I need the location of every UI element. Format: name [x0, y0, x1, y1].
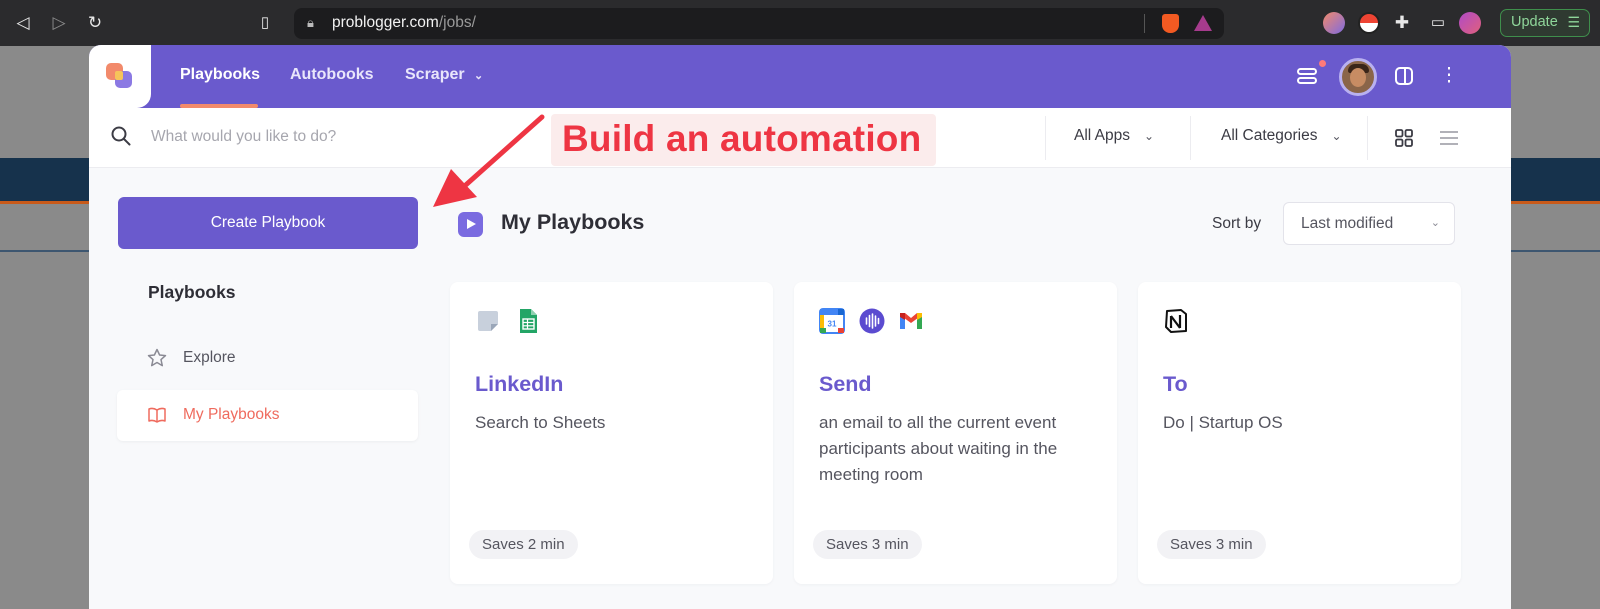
- address-bar[interactable]: 🔒︎ problogger.com/jobs/: [294, 8, 1224, 39]
- card-title: To: [1163, 372, 1188, 396]
- gmail-icon: [900, 313, 922, 329]
- sidebar-item-my-playbooks[interactable]: My Playbooks: [117, 390, 418, 441]
- card-description: an email to all the current event partic…: [819, 413, 1058, 484]
- sidebar-item-explore[interactable]: Explore: [117, 333, 418, 384]
- notion-icon: [1165, 309, 1187, 333]
- pokeball-extension-icon[interactable]: [1358, 12, 1380, 34]
- tasks-icon[interactable]: [1294, 63, 1320, 89]
- time-saved-badge: Saves 3 min: [813, 530, 922, 559]
- list-view-icon[interactable]: [1439, 128, 1459, 148]
- tab-autobooks[interactable]: Autobooks: [290, 66, 374, 84]
- brave-rewards-icon[interactable]: [1194, 15, 1212, 31]
- more-menu-icon[interactable]: ⋮: [1436, 63, 1462, 89]
- callout-arrow-icon: [433, 114, 545, 207]
- browser-toolbar: ◁ ▷ ↻ ▯ 🔒︎ problogger.com/jobs/ ✚ ▭ Upda…: [0, 0, 1600, 46]
- playbook-card[interactable]: To Do | Startup OS Saves 3 min: [1138, 282, 1461, 584]
- update-button[interactable]: Update ☰: [1500, 9, 1590, 37]
- sidebar-toggle-icon[interactable]: [1391, 63, 1417, 89]
- forward-icon[interactable]: ▷: [48, 12, 70, 34]
- bookmark-icon[interactable]: ▯: [254, 12, 276, 34]
- audio-wave-icon: [859, 308, 885, 334]
- chevron-down-icon: ⌄: [1430, 217, 1440, 229]
- sort-dropdown[interactable]: Last modified ⌄: [1283, 202, 1455, 245]
- extension-app-icon[interactable]: [1323, 12, 1345, 34]
- card-title: Send: [819, 372, 872, 396]
- top-navigation: Playbooks Autobooks Scraper ⌄ ⋮: [89, 45, 1511, 108]
- time-saved-badge: Saves 3 min: [1157, 530, 1266, 559]
- google-sheets-icon: [520, 309, 537, 333]
- card-title: LinkedIn: [475, 372, 564, 396]
- categories-filter-dropdown[interactable]: All Categories ⌄: [1221, 127, 1342, 145]
- reload-icon[interactable]: ↻: [84, 12, 106, 34]
- star-icon: [147, 348, 167, 367]
- address-text: problogger.com/jobs/: [332, 14, 476, 31]
- tab-scraper[interactable]: Scraper ⌄: [405, 66, 483, 84]
- playbook-card[interactable]: 31 Send an email to all the current even…: [794, 282, 1117, 584]
- menu-icon: ☰: [1567, 14, 1580, 30]
- annotation-callout: Build an automation: [551, 114, 936, 166]
- chevron-down-icon: ⌄: [1144, 129, 1155, 143]
- sidebar-heading: Playbooks: [148, 282, 236, 302]
- app-window: Playbooks Autobooks Scraper ⌄ ⋮ All Apps…: [89, 45, 1511, 609]
- brave-shield-icon[interactable]: [1162, 14, 1179, 33]
- card-description: Do | Startup OS: [1163, 413, 1283, 432]
- google-calendar-icon: 31: [819, 308, 845, 334]
- svg-text:31: 31: [828, 320, 837, 329]
- book-icon: [148, 407, 166, 423]
- create-playbook-button[interactable]: Create Playbook: [118, 197, 418, 249]
- time-saved-badge: Saves 2 min: [469, 530, 578, 559]
- sort-label: Sort by: [1212, 215, 1262, 232]
- profile-icon[interactable]: [1459, 12, 1481, 34]
- app-logo-icon: [106, 63, 134, 91]
- puzzle-extensions-icon[interactable]: ✚: [1391, 12, 1413, 34]
- wallet-icon[interactable]: ▭: [1427, 12, 1449, 34]
- sticky-note-icon: [478, 311, 498, 331]
- card-description: Search to Sheets: [475, 413, 606, 432]
- grid-view-icon[interactable]: [1394, 128, 1414, 148]
- logo-area[interactable]: [89, 45, 151, 108]
- search-icon: [111, 126, 131, 146]
- lock-icon: 🔒︎: [307, 15, 314, 30]
- avatar[interactable]: [1339, 58, 1377, 96]
- back-icon[interactable]: ◁: [12, 12, 34, 34]
- notification-dot: [1319, 60, 1326, 67]
- apps-filter-dropdown[interactable]: All Apps ⌄: [1074, 127, 1154, 145]
- playbook-card[interactable]: LinkedIn Search to Sheets Saves 2 min: [450, 282, 773, 584]
- chevron-down-icon: ⌄: [474, 70, 484, 82]
- chevron-down-icon: ⌄: [1331, 129, 1342, 143]
- tab-playbooks[interactable]: Playbooks: [180, 66, 260, 84]
